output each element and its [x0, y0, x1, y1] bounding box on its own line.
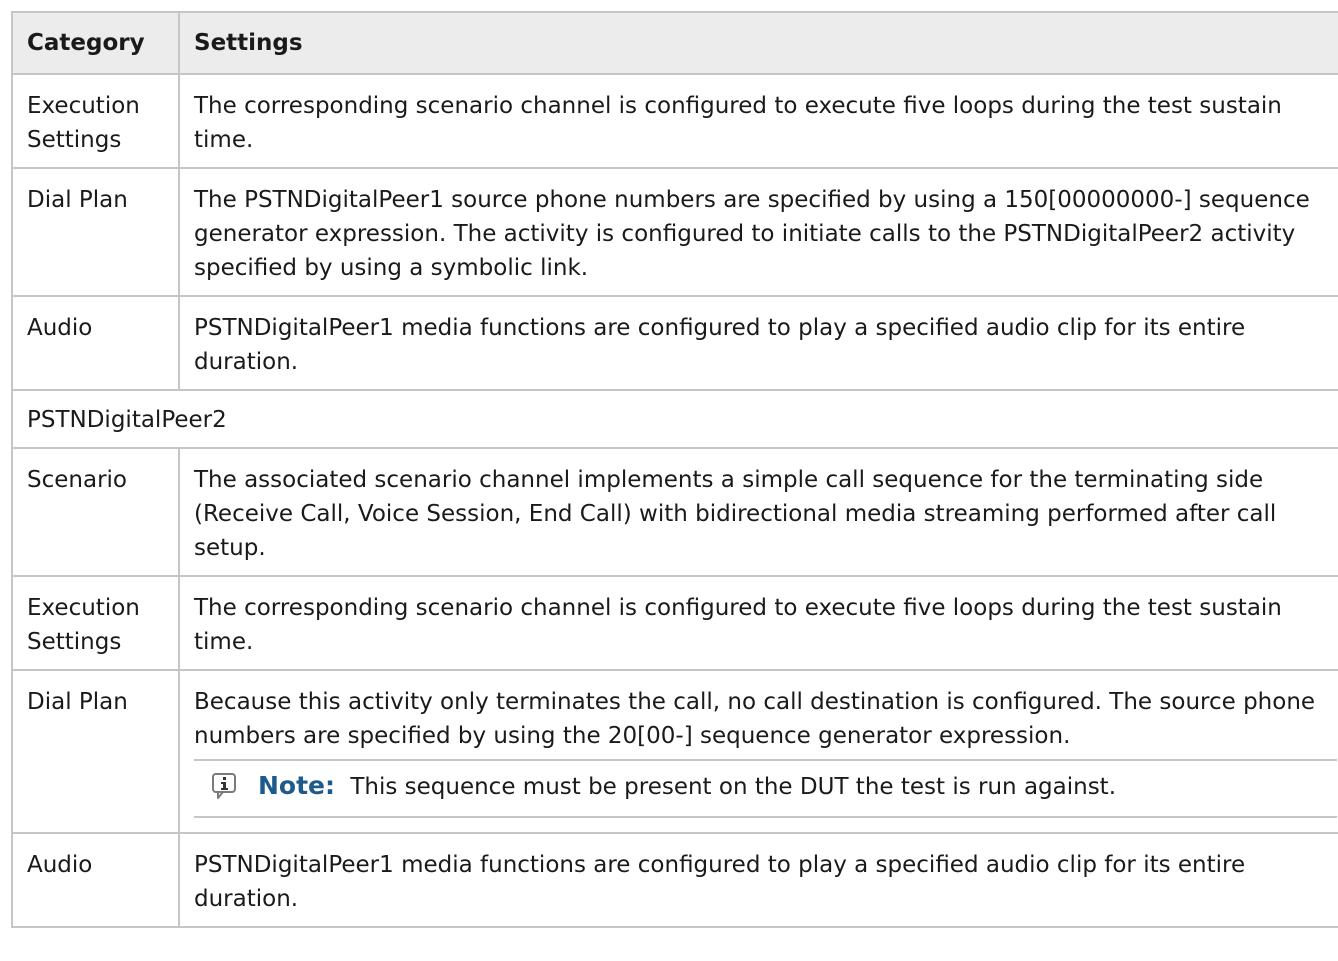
category-cell: Scenario	[11, 447, 180, 577]
category-cell: Execution Settings	[11, 73, 180, 169]
note-text: This sequence must be present on the DUT…	[350, 774, 1117, 800]
category-header: Category	[11, 11, 180, 75]
table-row: Audio PSTNDigitalPeer1 media functions a…	[11, 832, 1338, 928]
category-cell: Audio	[11, 832, 180, 928]
table-row: Execution Settings The corresponding sce…	[11, 73, 1338, 169]
settings-cell: The associated scenario channel implemen…	[178, 447, 1338, 577]
settings-cell: PSTNDigitalPeer1 media functions are con…	[178, 832, 1338, 928]
category-cell: Dial Plan	[11, 167, 180, 297]
note-label: Note:	[258, 771, 336, 800]
category-cell: Execution Settings	[11, 575, 180, 671]
settings-cell: Because this activity only terminates th…	[178, 669, 1338, 834]
settings-cell: The corresponding scenario channel is co…	[178, 575, 1338, 671]
info-icon	[208, 769, 242, 803]
section-label: PSTNDigitalPeer2	[11, 389, 1338, 449]
table-row: Execution Settings The corresponding sce…	[11, 575, 1338, 671]
category-cell: Dial Plan	[11, 669, 180, 834]
category-cell: Audio	[11, 295, 180, 391]
table-row: Scenario The associated scenario channel…	[11, 447, 1338, 577]
note-box: Note: This sequence must be present on t…	[194, 759, 1337, 818]
table-row: Audio PSTNDigitalPeer1 media functions a…	[11, 295, 1338, 391]
settings-text: Because this activity only terminates th…	[194, 689, 1316, 749]
table-header-row: Category Settings	[11, 11, 1338, 75]
table-row: Dial Plan The PSTNDigitalPeer1 source ph…	[11, 167, 1338, 297]
section-row: PSTNDigitalPeer2	[11, 389, 1338, 449]
table-row: Dial Plan Because this activity only ter…	[11, 669, 1338, 834]
settings-cell: The corresponding scenario channel is co…	[178, 73, 1338, 169]
settings-table: Category Settings Execution Settings The…	[11, 11, 1338, 928]
settings-cell: PSTNDigitalPeer1 media functions are con…	[178, 295, 1338, 391]
settings-cell: The PSTNDigitalPeer1 source phone number…	[178, 167, 1338, 297]
settings-header: Settings	[178, 11, 1338, 75]
